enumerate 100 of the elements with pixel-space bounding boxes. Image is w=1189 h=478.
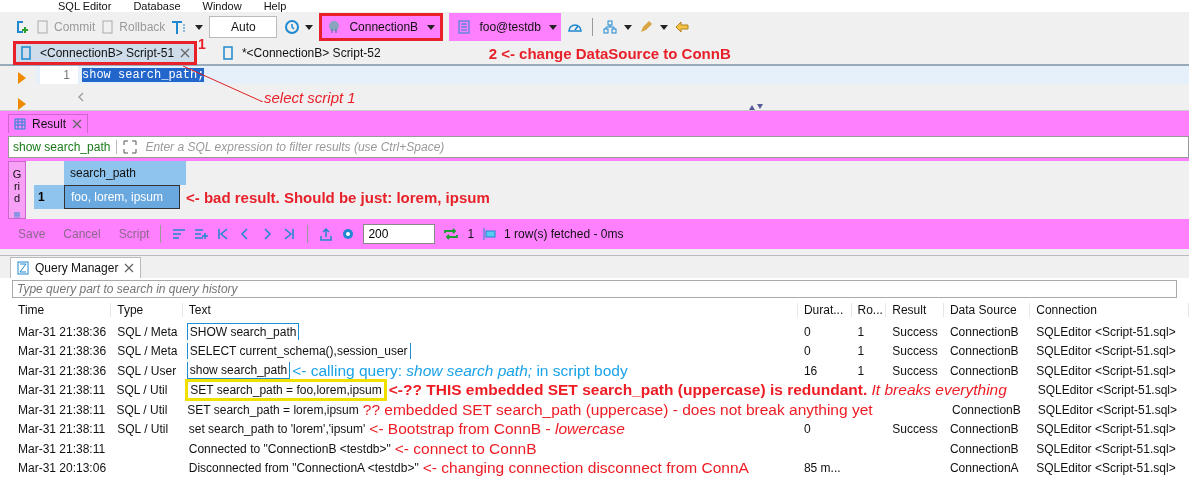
script-icon [221, 46, 236, 60]
table-cell: 0 [803, 344, 811, 359]
settings-icon[interactable] [341, 227, 356, 241]
column-header[interactable]: Type [111, 303, 183, 317]
table-cell: SELECT current_schema(),session_user [186, 343, 411, 360]
close-icon[interactable] [180, 48, 191, 58]
column-header[interactable]: Time [12, 303, 112, 317]
table-cell: SET search_path = foo,lorem,ipsum [185, 379, 387, 402]
new-script-icon[interactable] [14, 19, 30, 35]
editor-tab[interactable]: <ConnectionB> Script-51 [14, 42, 197, 64]
database-icon [327, 20, 342, 34]
table-cell: 0 [803, 324, 811, 339]
step-number: 1 [198, 36, 206, 52]
column-header[interactable]: Durat... [797, 303, 852, 317]
table-cell-text: set search_path to 'lorem','ipsum' [187, 421, 367, 438]
table-cell: Mar-31 20:13:06 [18, 461, 107, 476]
status-text: 1 row(s) fetched - 0ms [504, 227, 624, 241]
table-cell: ConnectionA [949, 461, 1019, 476]
row-number: 1 [34, 185, 64, 209]
pen-icon[interactable] [638, 19, 655, 35]
table-cell: 16 [803, 363, 818, 378]
table-cell: 1 [857, 344, 865, 359]
table-cell: Mar-31 21:38:36 [18, 344, 107, 359]
column-header[interactable]: Ro... [851, 303, 887, 317]
table-cell: Mar-31 21:38:11 [18, 383, 106, 398]
table-cell: SQLEditor <Script-51.sql> [1036, 363, 1176, 378]
annotation-text: <- bad result. Should be just: lorem, ipsum [186, 188, 490, 206]
document-icon [36, 20, 50, 34]
menu-item[interactable]: Window [202, 0, 242, 12]
annotation-text: 2 <- change DataSource to ConnB [488, 44, 731, 62]
table-cell: Mar-31 21:38:11 [18, 422, 106, 437]
table-cell: SQLEditor <Script-51.sql> [1037, 383, 1178, 398]
table-cell: SQLEditor <Script-51.sql> [1036, 324, 1176, 339]
menu-item[interactable]: SQL Editor [58, 0, 112, 12]
expand-icon[interactable] [123, 140, 138, 154]
scroll-left-icon[interactable] [78, 92, 84, 102]
table-cell-text: Disconnected from "ConnectionA <testdb>" [187, 460, 420, 477]
column-header[interactable]: search_path [64, 161, 186, 185]
table-cell: Success [892, 324, 938, 339]
last-page-icon[interactable] [282, 227, 297, 241]
annotation-text: <- changing connection disconnect from ConnA [420, 459, 749, 478]
close-icon[interactable] [124, 263, 135, 273]
run-arrow-icon[interactable] [18, 72, 26, 84]
annotation-text: select script 1 [264, 88, 356, 106]
column-header[interactable]: Result [886, 303, 944, 317]
document-icon [101, 20, 116, 34]
column-header[interactable]: Data Source [943, 303, 1031, 317]
caret-icon[interactable] [624, 24, 633, 30]
add-row-icon[interactable] [194, 227, 209, 241]
sash-arrows-icon[interactable] [747, 104, 764, 110]
column-header[interactable]: Connection [1030, 303, 1189, 317]
table-cell: SQL / Meta [117, 324, 178, 339]
table-cell: SQL / Util [117, 422, 169, 437]
query-manager-tab[interactable]: Query Manager [10, 257, 142, 278]
caret-icon[interactable] [660, 24, 669, 30]
table-cell: ConnectionB [949, 422, 1019, 437]
table-cell: SQL / User [117, 363, 177, 378]
fetch-size-field[interactable]: 200 [363, 224, 436, 244]
history-clock-icon[interactable] [283, 19, 300, 35]
table-cell: Success [892, 422, 938, 437]
table-cell: 1 [857, 324, 865, 339]
caret-icon [548, 24, 557, 30]
table-cell: Mar-31 21:38:11 [18, 441, 106, 456]
table-cell: SQLEditor <Script-51.sql> [1037, 402, 1178, 417]
schema-dropdown[interactable]: foo@testdb [449, 13, 562, 41]
annotation-text: <- Bootstrap from ConnB - lowercase [367, 420, 625, 439]
table-cell: ConnectionB [949, 324, 1019, 339]
script-icon [20, 46, 34, 60]
table-cell: Mar-31 21:38:36 [18, 363, 107, 378]
caret-icon[interactable] [195, 24, 204, 30]
table-cell: SQLEditor <Script-51.sql> [1036, 344, 1176, 359]
result-tab[interactable]: Result [8, 114, 88, 133]
back-arrow-icon[interactable] [674, 19, 691, 35]
search-field[interactable]: Type query part to search in query history [12, 280, 1177, 298]
table-cell: SQLEditor <Script-51.sql> [1036, 441, 1176, 456]
panel-icon[interactable] [482, 227, 497, 241]
annotation-text: <-?? THIS embedded SET search_path (uppercase) is redundant. It breaks everything [386, 381, 1007, 400]
close-icon[interactable] [72, 119, 82, 129]
run-arrow-icon[interactable] [18, 98, 26, 110]
filter-bar[interactable]: show search_path Enter a SQL expression to filter results (use Ctrl+Space) [8, 136, 1189, 158]
table-cell-text: Connected to "ConnectionB <testdb>" [187, 440, 392, 457]
query-link[interactable]: show search_path [13, 140, 118, 154]
table-cell: Mar-31 21:38:11 [18, 402, 106, 417]
edit-rows-icon[interactable] [172, 227, 187, 241]
commit-mode-field[interactable]: Auto [209, 16, 278, 38]
table-cell: Success [892, 363, 938, 378]
grid-side-tab[interactable]: Grid [8, 161, 26, 219]
table-cell: 0 [803, 422, 811, 437]
menu-item[interactable]: Database [133, 0, 181, 12]
export-icon[interactable] [319, 227, 334, 241]
column-header[interactable]: Text [182, 303, 798, 317]
line-number: 1 [40, 66, 78, 84]
refresh-icon[interactable] [443, 227, 460, 241]
datasource-dropdown[interactable]: ConnectionB [319, 13, 444, 41]
editor-tab[interactable]: *<ConnectionB> Script-52 [215, 42, 387, 64]
caret-icon[interactable] [305, 24, 314, 30]
table-cell: SQL / Util [116, 383, 168, 398]
tree-icon[interactable] [602, 19, 619, 35]
menu-item[interactable]: Help [263, 0, 287, 12]
table-cell: Mar-31 21:38:36 [18, 324, 107, 339]
